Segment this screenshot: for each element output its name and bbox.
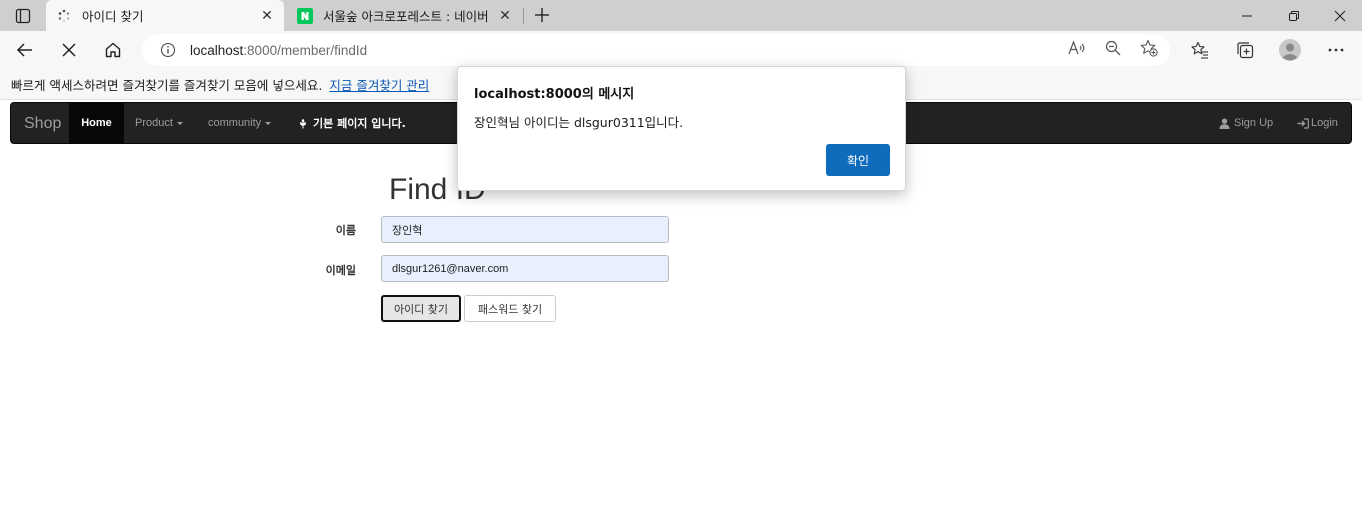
caret-down-icon [176,122,183,125]
favorites-icon [1191,41,1208,59]
dialog-ok-button[interactable]: 확인 [826,144,890,176]
tab-find-id[interactable]: 아이디 찾기 ✕ [46,0,284,31]
tab-close-icon[interactable]: ✕ [256,5,278,27]
home-button[interactable] [98,35,128,65]
dialog-title: localhost:8000의 메시지 [474,87,635,102]
favorites-bar-message: 빠르게 액세스하려면 즐겨찾기를 즐겨찾기 모음에 넣으세요. [11,77,323,93]
dialog-message: 장인혁님 아이디는 dlsgur0311입니다. [474,115,684,130]
brand-link[interactable]: Shop [24,115,61,133]
nav-community-dropdown[interactable]: community [208,103,272,143]
back-arrow-icon [16,43,32,57]
naver-favicon-icon [297,7,313,24]
nav-home-label: Home [81,117,112,129]
nav-home[interactable]: Home [69,103,124,143]
stop-icon [62,43,76,57]
nav-product-dropdown[interactable]: Product [135,103,183,143]
nav-signup[interactable]: Sign Up [1219,103,1273,143]
nav-login[interactable]: Login [1297,103,1338,143]
restore-icon [1289,10,1299,21]
back-button[interactable] [10,35,40,65]
more-dots-icon [1328,48,1344,52]
tab-title: 서울숲 아크로포레스트 : 네이버 [323,9,489,24]
minimize-button[interactable] [1224,0,1270,31]
new-tab-button[interactable] [530,3,554,27]
read-aloud-icon[interactable] [1068,39,1086,57]
address-bar[interactable]: localhost:8000/member/findId [142,34,1170,66]
email-input[interactable]: dlsgur1261@naver.com [381,255,669,282]
site-info-icon[interactable] [160,42,176,58]
find-password-button[interactable]: 패스워드 찾기 [464,295,556,322]
tab-naver[interactable]: 서울숲 아크로포레스트 : 네이버 ✕ [287,0,524,31]
alert-dialog: localhost:8000의 메시지 장인혁님 아이디는 dlsgur0311… [457,66,906,191]
caret-down-icon [265,122,272,125]
grain-icon [300,118,306,128]
stop-loading-button[interactable] [54,35,84,65]
name-label: 이름 [335,224,356,237]
restore-button[interactable] [1271,0,1317,31]
loading-spinner-icon [56,8,72,24]
close-window-button[interactable] [1317,0,1362,31]
tab-strip: 아이디 찾기 ✕ 서울숲 아크로포레스트 : 네이버 ✕ [0,0,1362,31]
nav-basic-page[interactable]: 기본 페이지 입니다. [298,103,406,143]
nav-basic-page-label: 기본 페이지 입니다. [313,117,406,130]
favorites-button[interactable] [1186,36,1214,64]
close-icon [1334,10,1346,21]
tab-title: 아이디 찾기 [82,9,144,24]
avatar-icon [1279,39,1301,61]
user-icon [1219,118,1230,129]
nav-community-label: community [208,117,262,129]
plus-icon [535,8,549,22]
add-favorite-icon[interactable] [1140,39,1158,57]
name-input[interactable]: 장인혁 [381,216,669,243]
address-url: localhost:8000/member/findId [190,42,368,58]
settings-more-button[interactable] [1322,36,1350,64]
profile-button[interactable] [1276,36,1304,64]
nav-login-label: Login [1311,117,1338,129]
tab-actions-button[interactable] [8,5,38,27]
nav-signup-label: Sign Up [1234,117,1274,129]
nav-product-label: Product [135,117,173,129]
home-icon [105,42,121,58]
email-label: 이메일 [325,264,356,277]
zoom-out-icon[interactable] [1104,39,1122,57]
find-id-button[interactable]: 아이디 찾기 [381,295,461,322]
login-icon [1297,117,1309,129]
tab-actions-icon [15,8,31,24]
manage-favorites-link[interactable]: 지금 즐겨찾기 관리 [329,75,429,94]
tab-close-icon[interactable]: ✕ [494,5,516,27]
minimize-icon [1242,15,1252,16]
collections-icon [1237,42,1254,59]
browser-toolbar: localhost:8000/member/findId [0,31,1362,69]
collections-button[interactable] [1231,36,1259,64]
